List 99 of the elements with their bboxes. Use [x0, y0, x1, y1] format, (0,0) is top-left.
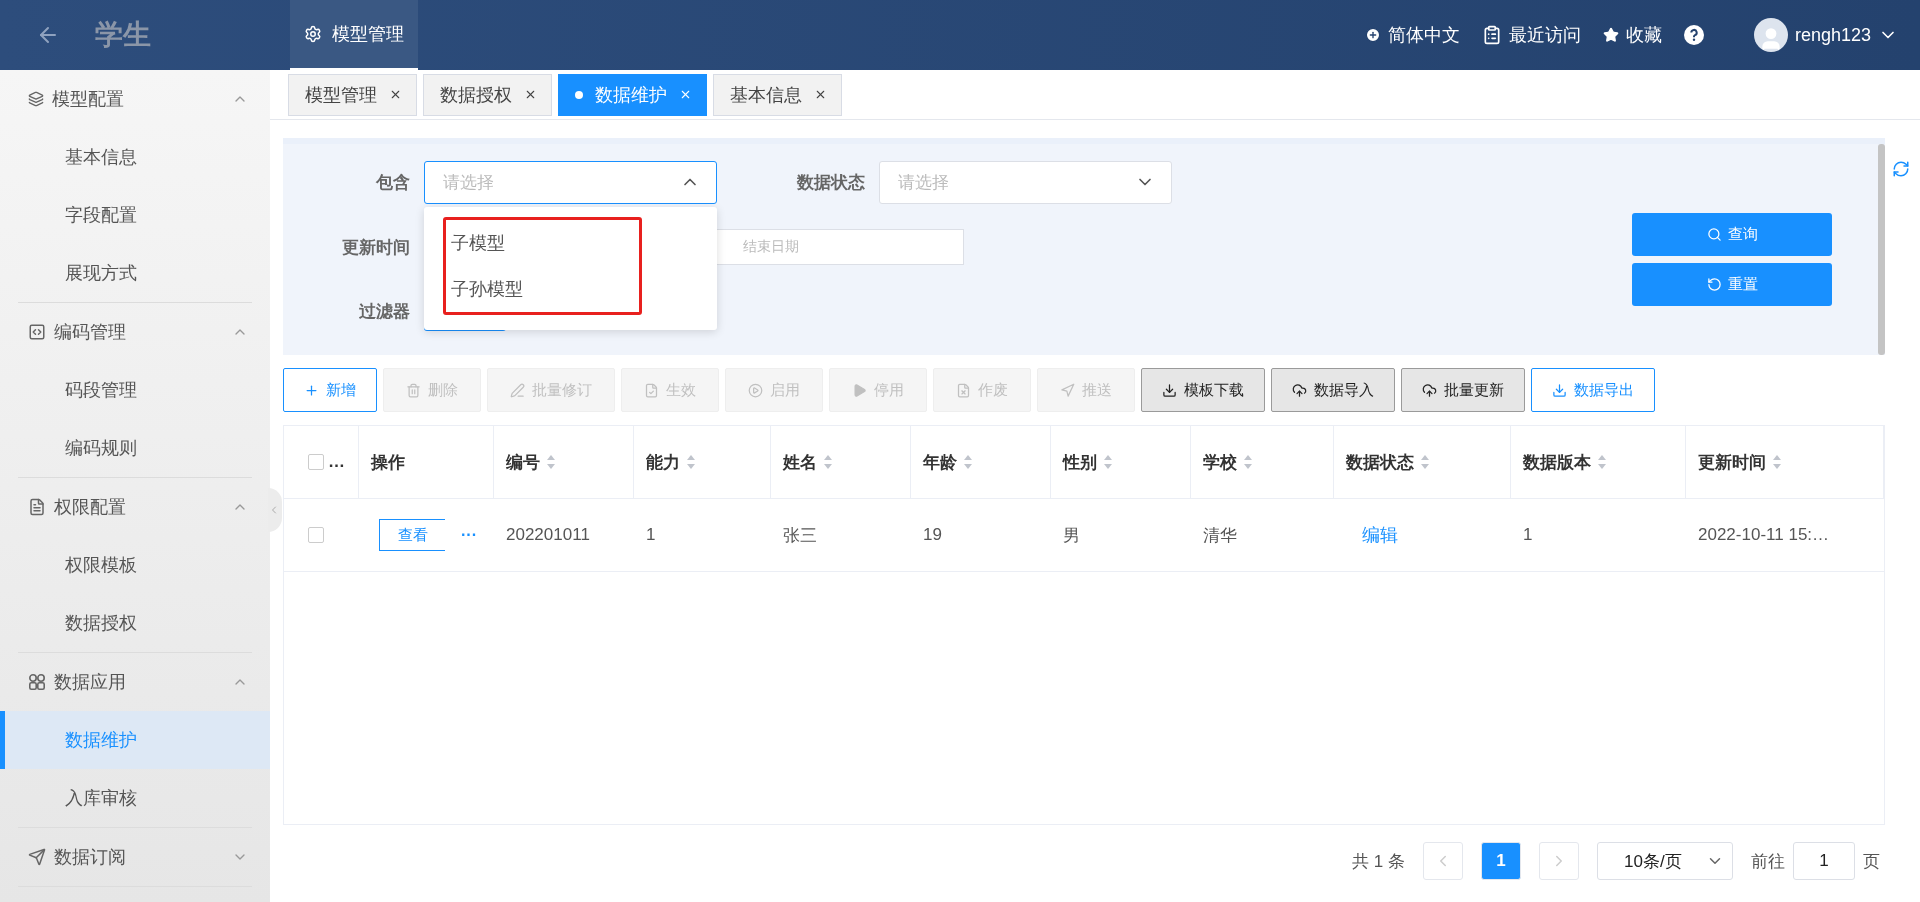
apps-icon: [28, 673, 46, 691]
help-icon[interactable]: [1683, 25, 1704, 45]
field-label: 过滤器: [358, 300, 411, 323]
table-cell: 2022-10-11 15:…: [1698, 525, 1830, 545]
sidebar-item[interactable]: 字段配置: [0, 186, 270, 244]
page-tab[interactable]: 数据授权: [423, 73, 552, 116]
sort-icon[interactable]: [1597, 454, 1607, 470]
page-unit-label: 页: [1863, 850, 1880, 873]
column-header[interactable]: 性别: [1063, 450, 1097, 474]
nav-tab[interactable]: 模型管理: [290, 0, 418, 70]
table-cell-text: 男: [1063, 524, 1080, 547]
star-icon[interactable]: [1602, 27, 1619, 43]
sort-icon[interactable]: [1103, 454, 1113, 470]
recent-link[interactable]: 最近访问: [1508, 23, 1581, 47]
document-icon: [28, 498, 46, 516]
close-icon[interactable]: [389, 88, 402, 101]
checkbox[interactable]: [308, 527, 324, 543]
sort-icon[interactable]: [546, 454, 556, 470]
scrollbar[interactable]: [1878, 144, 1885, 355]
active-dot-icon: [575, 90, 583, 99]
next-page-button[interactable]: [1539, 842, 1579, 880]
column-header[interactable]: 数据状态: [1346, 450, 1414, 474]
paper-plane-icon: [28, 848, 46, 866]
sidebar-group[interactable]: 模型配置: [0, 70, 270, 128]
field-label: 数据状态: [796, 171, 866, 194]
favorites-link[interactable]: 收藏: [1625, 23, 1662, 47]
download-icon: [1162, 382, 1177, 398]
sort-icon[interactable]: [963, 454, 973, 470]
reset-icon: [1706, 277, 1722, 292]
toolbar-button[interactable]: 模板下载: [1141, 368, 1265, 412]
navigation-icon: [1060, 382, 1075, 398]
download-icon: [1552, 382, 1567, 398]
field-label: 包含: [375, 171, 411, 194]
column-header[interactable]: 更新时间: [1698, 450, 1766, 474]
file-x-icon: [956, 382, 971, 398]
play-circle-icon: [748, 382, 763, 398]
column-header[interactable]: 学校: [1203, 450, 1237, 474]
dropdown-option[interactable]: 子模型: [446, 219, 639, 266]
column-header[interactable]: 年龄: [923, 450, 957, 474]
sidebar-item[interactable]: 数据授权: [0, 594, 270, 652]
sidebar-item[interactable]: 展现方式: [0, 244, 270, 302]
column-header[interactable]: 能力: [646, 450, 680, 474]
page-tab[interactable]: 模型管理: [288, 73, 417, 116]
sidebar-item[interactable]: 入库审核: [0, 769, 270, 827]
table-cell-text: 清华: [1203, 524, 1237, 547]
sidebar-group[interactable]: 编码管理: [0, 303, 270, 361]
toolbar-button[interactable]: 批量更新: [1401, 368, 1525, 412]
dropdown-option[interactable]: 子孙模型: [446, 265, 639, 312]
table-cell-text: 张三: [783, 524, 817, 547]
avatar-icon[interactable]: [1753, 18, 1788, 52]
sidebar-item[interactable]: 码段管理: [0, 361, 270, 419]
page-tab[interactable]: 基本信息: [713, 73, 842, 116]
plus-circle-icon[interactable]: [1364, 27, 1381, 43]
prev-page-button[interactable]: [1423, 842, 1463, 880]
page-size-select[interactable]: 10条/页: [1597, 842, 1733, 880]
sidebar-group[interactable]: 数据应用: [0, 653, 270, 711]
trash-icon: [406, 382, 421, 398]
settings-icon: [304, 25, 322, 43]
sidebar-item[interactable]: 权限模板: [0, 536, 270, 594]
sort-icon[interactable]: [1772, 454, 1782, 470]
table-cell: 1: [1523, 525, 1533, 545]
page-input[interactable]: 1: [1793, 842, 1855, 880]
checkbox[interactable]: [308, 454, 324, 470]
layers-icon: [28, 91, 44, 107]
sort-icon[interactable]: [823, 454, 833, 470]
sort-icon[interactable]: [1420, 454, 1430, 470]
close-icon[interactable]: [814, 88, 827, 101]
play-icon: [852, 382, 867, 398]
cloud-upload-icon: [1292, 382, 1307, 398]
sidebar-item[interactable]: 基本信息: [0, 128, 270, 186]
refresh-icon[interactable]: [1892, 160, 1910, 178]
toolbar-button[interactable]: 数据导入: [1271, 368, 1395, 412]
language-label[interactable]: 简体中文: [1387, 23, 1460, 47]
code-icon: [28, 323, 46, 341]
column-header[interactable]: 数据版本: [1523, 450, 1591, 474]
table-cell: 19: [923, 525, 942, 545]
plus-icon: [304, 382, 319, 398]
cloud-upload-icon: [1422, 382, 1437, 398]
column-header[interactable]: 编号: [506, 450, 540, 474]
total-count: 共 1 条: [1352, 850, 1405, 873]
column-header[interactable]: 姓名: [783, 450, 817, 474]
column-header: …: [328, 452, 345, 472]
column-header[interactable]: 操作: [371, 450, 405, 474]
table-cell: 202201011: [506, 525, 590, 545]
pen-icon: [510, 382, 525, 398]
sort-icon[interactable]: [1243, 454, 1253, 470]
user-name[interactable]: rengh123: [1794, 24, 1871, 46]
goto-label: 前往: [1751, 850, 1785, 873]
sidebar-item[interactable]: 编码规则: [0, 419, 270, 477]
field-label: 更新时间: [341, 236, 411, 259]
table-cell: 1: [646, 525, 656, 545]
app-title: 学生: [95, 18, 152, 52]
search-icon: [1706, 227, 1722, 242]
close-icon[interactable]: [524, 88, 537, 101]
sort-icon[interactable]: [686, 454, 696, 470]
collapse-handle[interactable]: [268, 488, 282, 532]
sidebar-group[interactable]: 数据订阅: [0, 828, 270, 886]
sidebar-group[interactable]: 权限配置: [0, 478, 270, 536]
file-check-icon: [644, 382, 659, 398]
